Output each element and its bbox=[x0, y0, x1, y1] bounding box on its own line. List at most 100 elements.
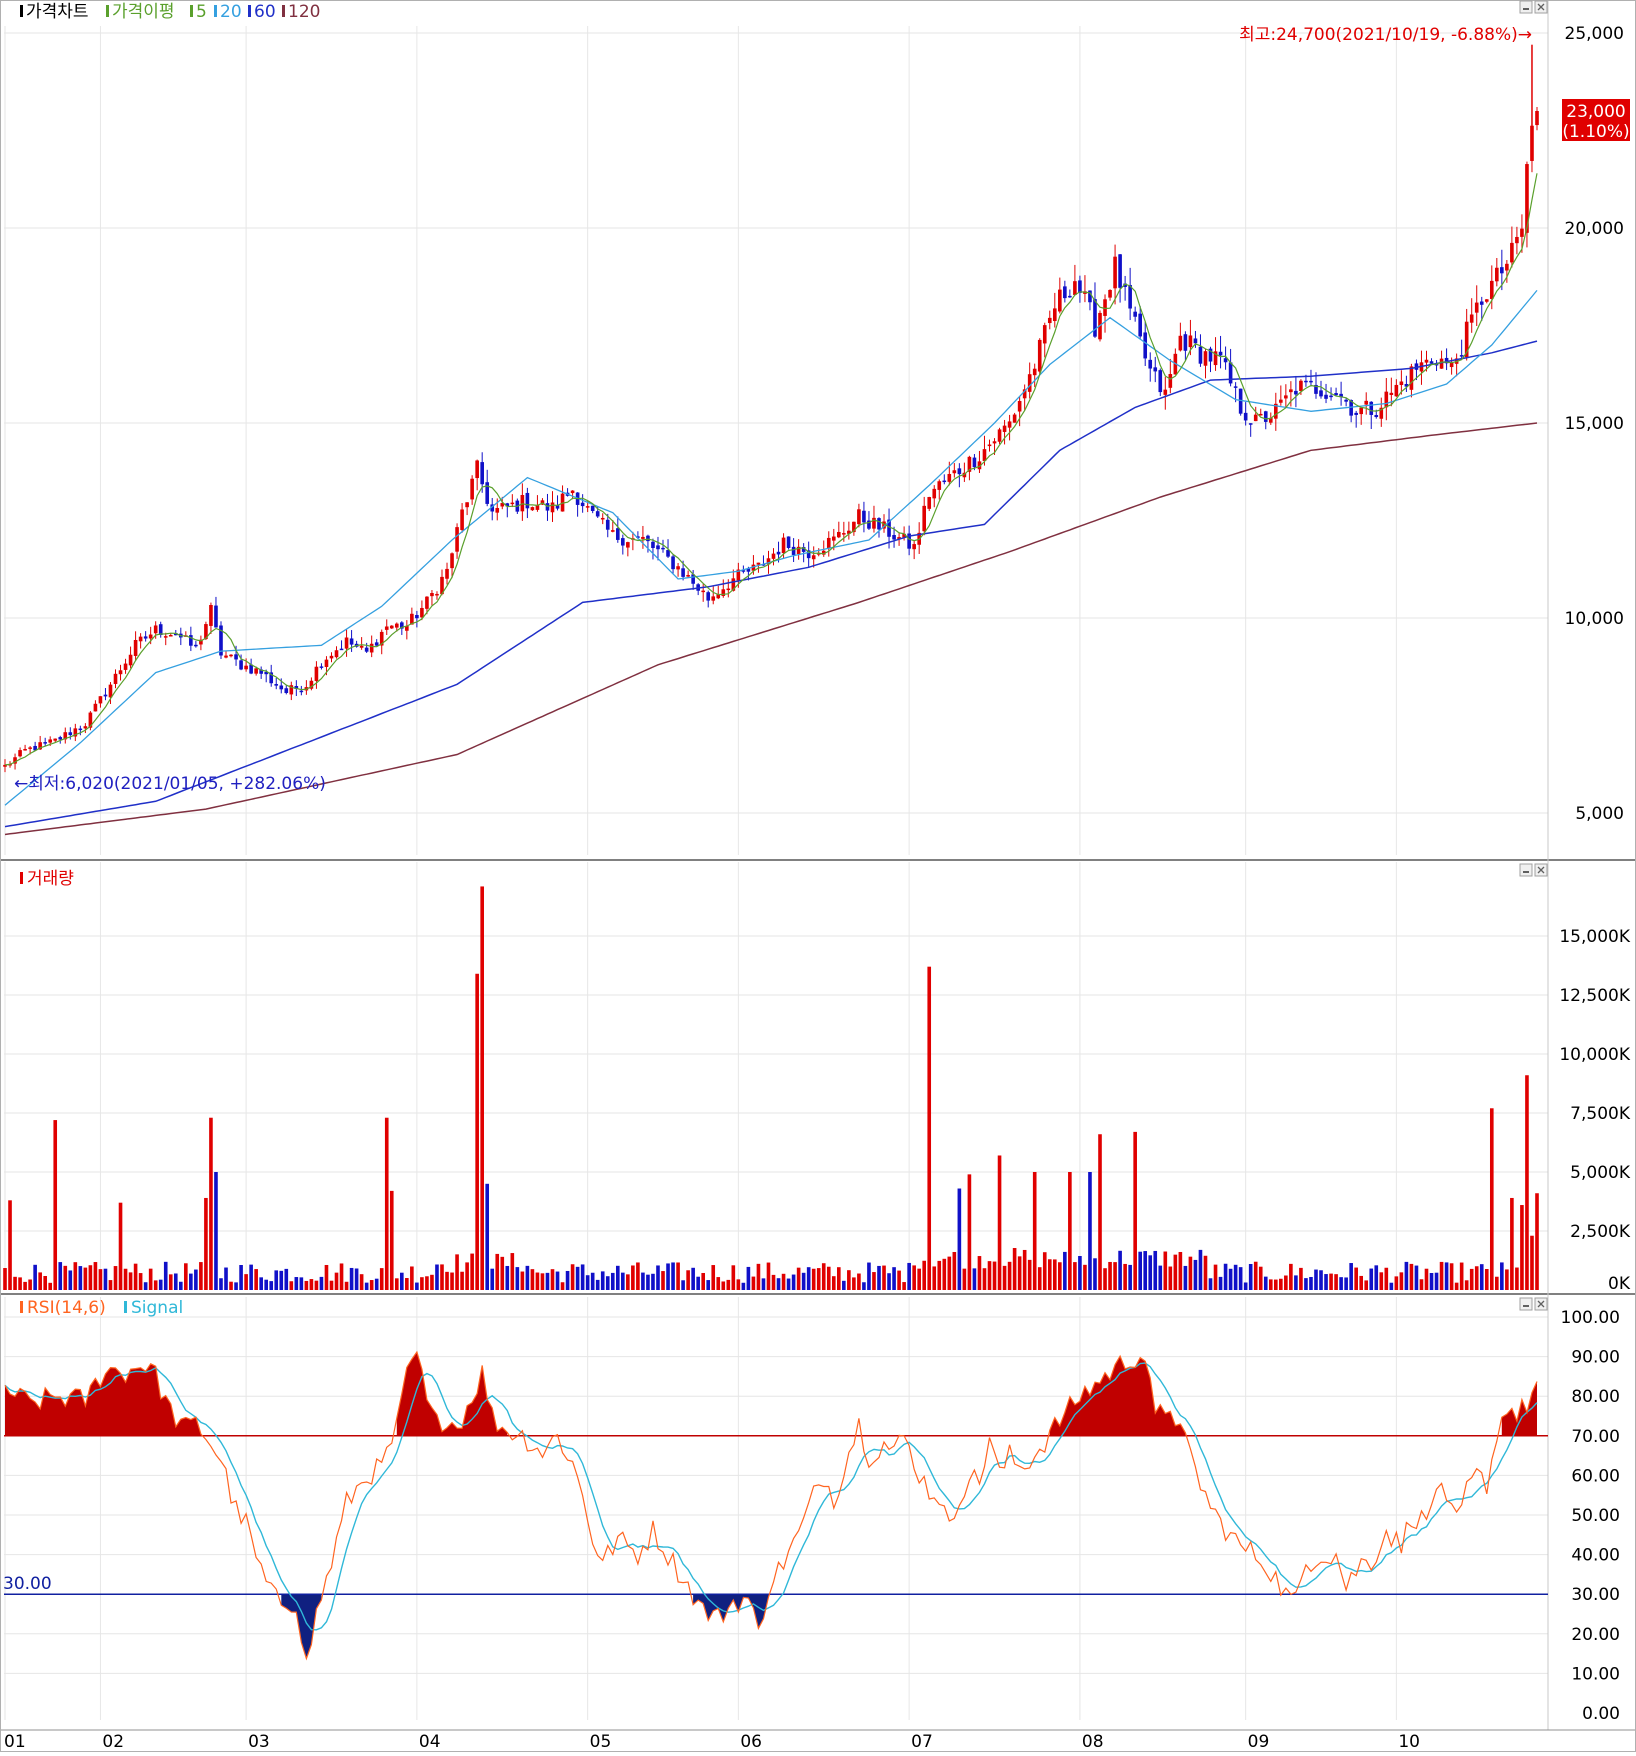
candle bbox=[224, 650, 228, 659]
candle-body bbox=[83, 726, 88, 729]
candle bbox=[1309, 369, 1313, 387]
volume-bar bbox=[590, 1272, 595, 1290]
candle-body bbox=[1374, 415, 1379, 418]
volume-bar bbox=[761, 1278, 766, 1290]
candle bbox=[364, 642, 369, 653]
candle-body bbox=[786, 536, 791, 548]
volume-tick-label: 15,000K bbox=[1559, 927, 1630, 947]
volume-bar bbox=[1032, 1172, 1037, 1290]
volume-bar bbox=[1349, 1263, 1353, 1290]
volume-bar bbox=[801, 1272, 806, 1290]
minimize-icon bbox=[1523, 871, 1529, 873]
candle-body bbox=[912, 544, 916, 550]
volume-bar bbox=[500, 1256, 505, 1290]
candle-body bbox=[98, 696, 103, 704]
volume-bar bbox=[209, 1117, 213, 1290]
rsi-line bbox=[4, 1350, 1538, 1661]
candle-body bbox=[1073, 281, 1077, 295]
volume-bar bbox=[897, 1270, 901, 1290]
volume-bar bbox=[1123, 1263, 1127, 1290]
volume-bar bbox=[68, 1270, 73, 1290]
candle bbox=[415, 610, 419, 628]
candle-body bbox=[605, 519, 610, 530]
candle-body bbox=[550, 502, 555, 513]
candle-body bbox=[781, 537, 786, 554]
volume-bar bbox=[239, 1265, 243, 1290]
candle bbox=[405, 620, 409, 640]
candle bbox=[1173, 348, 1178, 375]
volume-bar bbox=[420, 1277, 424, 1290]
volume-bar bbox=[691, 1267, 695, 1290]
candle-body bbox=[470, 478, 474, 500]
candle-body bbox=[1168, 374, 1173, 388]
volume-legend: 거래량 bbox=[27, 869, 74, 889]
volume-bar bbox=[661, 1271, 665, 1290]
volume-bar bbox=[1409, 1263, 1414, 1290]
volume-bar bbox=[470, 1253, 474, 1290]
candle bbox=[1203, 348, 1208, 379]
volume-bar bbox=[600, 1271, 605, 1290]
candle bbox=[1068, 289, 1072, 298]
candle bbox=[1073, 264, 1077, 296]
volume-bar bbox=[575, 1266, 580, 1290]
candle bbox=[490, 497, 495, 521]
candle bbox=[907, 525, 911, 556]
candle bbox=[716, 585, 721, 600]
candle bbox=[937, 479, 942, 500]
minimize-button[interactable] bbox=[1519, 1297, 1533, 1311]
volume-bar bbox=[364, 1282, 369, 1290]
minimize-button[interactable] bbox=[1519, 0, 1533, 14]
candle bbox=[1469, 298, 1474, 333]
volume-bar bbox=[1339, 1277, 1343, 1290]
volume-bar bbox=[1319, 1270, 1323, 1290]
volume-bar bbox=[1354, 1267, 1358, 1290]
volume-bar bbox=[324, 1264, 329, 1290]
candle bbox=[214, 596, 218, 628]
pane-controls[interactable] bbox=[1519, 1297, 1548, 1311]
candle-body bbox=[937, 481, 942, 490]
candle-body bbox=[450, 553, 454, 569]
candle bbox=[786, 536, 791, 550]
volume-bar bbox=[1424, 1268, 1429, 1290]
candle-body bbox=[1183, 334, 1188, 351]
candle bbox=[862, 501, 866, 533]
volume-bar bbox=[791, 1274, 796, 1290]
volume-bar bbox=[304, 1280, 309, 1290]
candle-body bbox=[1495, 267, 1499, 282]
candle bbox=[867, 511, 871, 530]
candle-body bbox=[957, 468, 962, 475]
volume-bar bbox=[1193, 1259, 1198, 1290]
candle bbox=[410, 607, 414, 625]
volume-bar bbox=[1042, 1252, 1047, 1290]
volume-bar bbox=[374, 1278, 379, 1290]
stock-chart[interactable]: 25,000 20,000 15,000 10,000 5,000 15,000K 12,5… bbox=[0, 0, 1636, 1752]
candle-body bbox=[329, 655, 334, 659]
volume-bar bbox=[962, 1268, 967, 1290]
candle-body bbox=[334, 650, 339, 658]
volume-bar bbox=[158, 1279, 163, 1290]
candle-body bbox=[826, 537, 831, 549]
candle-body bbox=[1359, 407, 1364, 415]
candle-body bbox=[646, 535, 650, 542]
candle-body bbox=[23, 748, 27, 751]
volume-bar bbox=[344, 1281, 349, 1290]
volume-bar bbox=[229, 1281, 233, 1290]
candle bbox=[18, 747, 22, 758]
volume-bar bbox=[1535, 1193, 1539, 1290]
volume-bar bbox=[93, 1262, 98, 1290]
pane-controls[interactable] bbox=[1519, 863, 1548, 877]
volume-bar bbox=[98, 1269, 103, 1290]
candle-body bbox=[465, 502, 469, 508]
volume-bar bbox=[776, 1278, 781, 1290]
candle-body bbox=[530, 507, 535, 511]
volume-bar bbox=[1168, 1266, 1173, 1290]
minimize-button[interactable] bbox=[1519, 863, 1533, 877]
candle bbox=[1218, 335, 1223, 369]
candle-body bbox=[1329, 395, 1333, 398]
candle-body bbox=[1108, 289, 1112, 298]
candle bbox=[1324, 383, 1328, 404]
candle-body bbox=[1037, 339, 1042, 372]
pane-controls[interactable] bbox=[1519, 0, 1548, 14]
volume-bar bbox=[480, 886, 484, 1290]
volume-bar bbox=[1439, 1261, 1444, 1290]
